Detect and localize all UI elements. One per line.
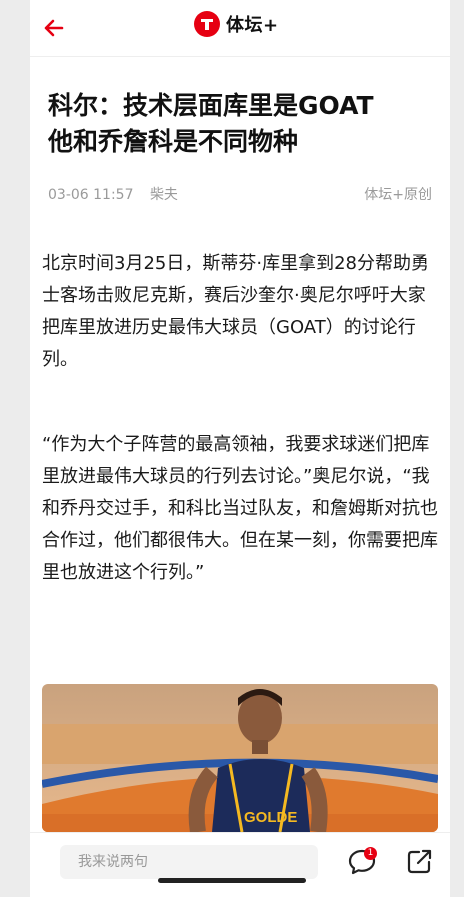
- share-icon: [407, 849, 432, 874]
- article-title: 科尔：技术层面库里是GOAT 他和乔詹科是不同物种: [48, 88, 438, 160]
- brand-logo-icon: [194, 11, 220, 37]
- share-button[interactable]: [404, 845, 436, 877]
- article-source: 体坛+原创: [364, 187, 432, 203]
- comment-count-badge: 1: [364, 847, 377, 860]
- back-button[interactable]: [40, 12, 72, 44]
- article-paragraph: 北京时间3月25日，斯蒂芬·库里拿到28分帮助勇士客场击败尼克斯，赛后沙奎尔·奥…: [42, 253, 429, 370]
- article-title-line1: 科尔：技术层面库里是GOAT: [48, 91, 374, 120]
- article-page: 体坛+ 科尔：技术层面库里是GOAT 他和乔詹科是不同物种 03-06 11:5…: [30, 0, 450, 897]
- top-bar: 体坛+: [30, 0, 450, 57]
- brand: 体坛+: [194, 10, 279, 38]
- brand-name: 体坛+: [226, 15, 279, 36]
- bottom-bar: 我来说两句 1: [30, 832, 450, 897]
- comment-input[interactable]: 我来说两句: [60, 845, 318, 879]
- home-indicator[interactable]: [158, 878, 306, 883]
- jersey-text: GOLDE: [244, 809, 297, 826]
- article-photo[interactable]: GOLDE: [42, 684, 438, 832]
- article-title-line2: 他和乔詹科是不同物种: [48, 127, 299, 156]
- article-paragraph: “作为大个子阵营的最高领袖，我要求球迷们把库里放进最伟大球员的行列去讨论。”奥尼…: [42, 434, 438, 583]
- article-date: 03-06 11:57: [48, 187, 134, 203]
- article-author: 柴夫: [149, 187, 178, 203]
- arrow-left-icon: [44, 19, 64, 37]
- article-meta: 03-06 11:57 柴夫 体坛+原创: [48, 184, 432, 204]
